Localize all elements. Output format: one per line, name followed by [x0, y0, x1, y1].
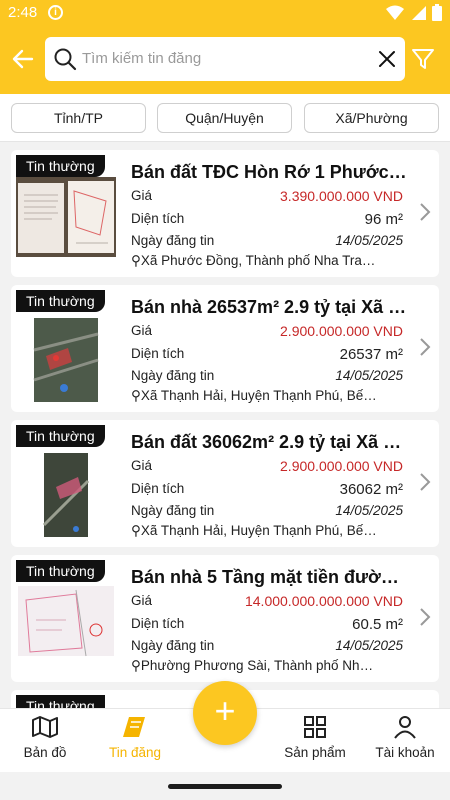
listing-title: Bán nhà 26537m² 2.9 tỷ tại Xã Thạnh Hải [131, 297, 409, 317]
listing-area: 26537 m² [339, 346, 403, 363]
price-label: Giá [131, 323, 153, 338]
nav-posts-label: Tin đăng [108, 745, 162, 760]
area-label: Diện tích [131, 346, 185, 361]
notebook-icon [123, 717, 145, 737]
listing-badge: Tin thường [16, 155, 105, 177]
location-filter-bar: Tỉnh/TP Quận/Huyện Xã/Phường [0, 94, 450, 142]
date-label: Ngày đăng tin [131, 368, 215, 383]
price-label: Giá [131, 593, 153, 608]
location-text: Xã Phước Đồng, Thành phố Nha Trang, Khán… [140, 253, 379, 268]
listing-location: ⚲Xã Phước Đồng, Thành phố Nha Trang, Khá… [131, 253, 379, 269]
listing-price: 2.900.000.000 VND [280, 323, 403, 339]
status-time: 2:48 [8, 4, 38, 21]
listing-date: 14/05/2025 [335, 368, 403, 383]
listing-card[interactable]: Tin thường Bán nhà 5 Tầng mặt tiền đường… [11, 555, 439, 682]
listing-badge: Tin thường [16, 695, 105, 708]
status-bar: 2:48 i [0, 0, 450, 26]
status-icons [386, 4, 442, 21]
nav-posts[interactable]: Tin đăng [90, 715, 180, 760]
area-label: Diện tích [131, 616, 185, 631]
chevron-right-icon [420, 338, 431, 356]
listing-price: 2.900.000.000 VND [280, 458, 403, 474]
nav-account-label: Tài khoản [375, 745, 435, 760]
location-text: Xã Thạnh Hải, Huyện Thạnh Phú, Bến Tre [140, 523, 379, 538]
listing-area: 96 m² [364, 211, 403, 228]
date-label: Ngày đăng tin [131, 233, 215, 248]
listing-title: Bán đất TĐC Hòn Rớ 1 Phước Đồng [131, 162, 409, 182]
province-filter[interactable]: Tỉnh/TP [11, 103, 146, 133]
location-pin-icon: ⚲ [131, 388, 141, 403]
add-post-button[interactable]: + [193, 681, 257, 745]
home-indicator[interactable] [168, 784, 282, 789]
listing-price: 14.000.000.000.000 VND [244, 593, 403, 609]
location-pin-icon: ⚲ [131, 253, 141, 268]
grid-icon [304, 716, 326, 738]
listing-badge: Tin thường [16, 290, 105, 312]
location-text: Xã Thạnh Hải, Huyện Thạnh Phú, Bến Tre [140, 388, 379, 403]
filter-icon[interactable] [410, 46, 436, 72]
chevron-right-icon [420, 203, 431, 221]
nav-account[interactable]: Tài khoản [360, 715, 450, 760]
wifi-icon [386, 5, 404, 20]
listing-location: ⚲Phường Phương Sài, Thành phố Nha Trang,… [131, 658, 379, 674]
listing-area: 36062 m² [339, 481, 403, 498]
location-pin-icon: ⚲ [131, 523, 141, 538]
listing-date: 14/05/2025 [335, 233, 403, 248]
listing-location: ⚲Xã Thạnh Hải, Huyện Thạnh Phú, Bến Tre [131, 388, 379, 404]
listing-card[interactable]: Tin thường Bán đất TĐC Hòn Rớ 1 Phước Đồ… [11, 150, 439, 277]
nav-products[interactable]: Sản phẩm [270, 715, 360, 760]
user-icon [394, 716, 416, 739]
chevron-right-icon [420, 473, 431, 491]
nav-map[interactable]: Bản đồ [0, 715, 90, 760]
system-nav-bar [0, 772, 450, 800]
listing-list: Tin thường Bán đất TĐC Hòn Rớ 1 Phước Đồ… [0, 142, 450, 708]
district-filter[interactable]: Quận/Huyện [157, 103, 292, 133]
price-label: Giá [131, 458, 153, 473]
arrow-left-icon[interactable] [10, 46, 36, 72]
listing-badge: Tin thường [16, 425, 105, 447]
listing-date: 14/05/2025 [335, 638, 403, 653]
search-icon [54, 48, 77, 71]
info-icon: i [48, 5, 63, 20]
location-pin-icon: ⚲ [131, 658, 141, 673]
nav-map-label: Bản đồ [23, 745, 67, 760]
listing-badge: Tin thường [16, 560, 105, 582]
battery-icon [432, 4, 442, 21]
chevron-right-icon [420, 608, 431, 626]
location-text: Phường Phương Sài, Thành phố Nha Trang, … [140, 658, 379, 673]
plus-icon: + [214, 690, 236, 731]
listing-price: 3.390.000.000 VND [280, 188, 403, 204]
listing-location: ⚲Xã Thạnh Hải, Huyện Thạnh Phú, Bến Tre [131, 523, 379, 539]
listing-area: 60.5 m² [352, 616, 403, 633]
nav-products-label: Sản phẩm [284, 745, 346, 760]
listing-title: Bán đất 36062m² 2.9 tỷ tại Xã Thạnh Hải [131, 432, 409, 452]
date-label: Ngày đăng tin [131, 503, 215, 518]
area-label: Diện tích [131, 211, 185, 226]
listing-date: 14/05/2025 [335, 503, 403, 518]
signal-icon [412, 5, 426, 20]
search-input[interactable]: Tìm kiếm tin đăng [82, 50, 201, 67]
date-label: Ngày đăng tin [131, 638, 215, 653]
search-box[interactable]: Tìm kiếm tin đăng [45, 37, 405, 81]
listing-title: Bán nhà 5 Tầng mặt tiền đường Phương Sài [131, 567, 409, 587]
map-icon [32, 716, 58, 738]
listing-card[interactable]: Tin thường Bán nhà 26537m² 2.9 tỷ tại Xã… [11, 285, 439, 412]
listing-card[interactable]: Tin thường Bán đất 36062m² 2.9 tỷ tại Xã… [11, 420, 439, 547]
area-label: Diện tích [131, 481, 185, 496]
app-bar: Tìm kiếm tin đăng [0, 26, 450, 94]
price-label: Giá [131, 188, 153, 203]
close-icon[interactable] [377, 49, 397, 69]
ward-filter[interactable]: Xã/Phường [304, 103, 439, 133]
